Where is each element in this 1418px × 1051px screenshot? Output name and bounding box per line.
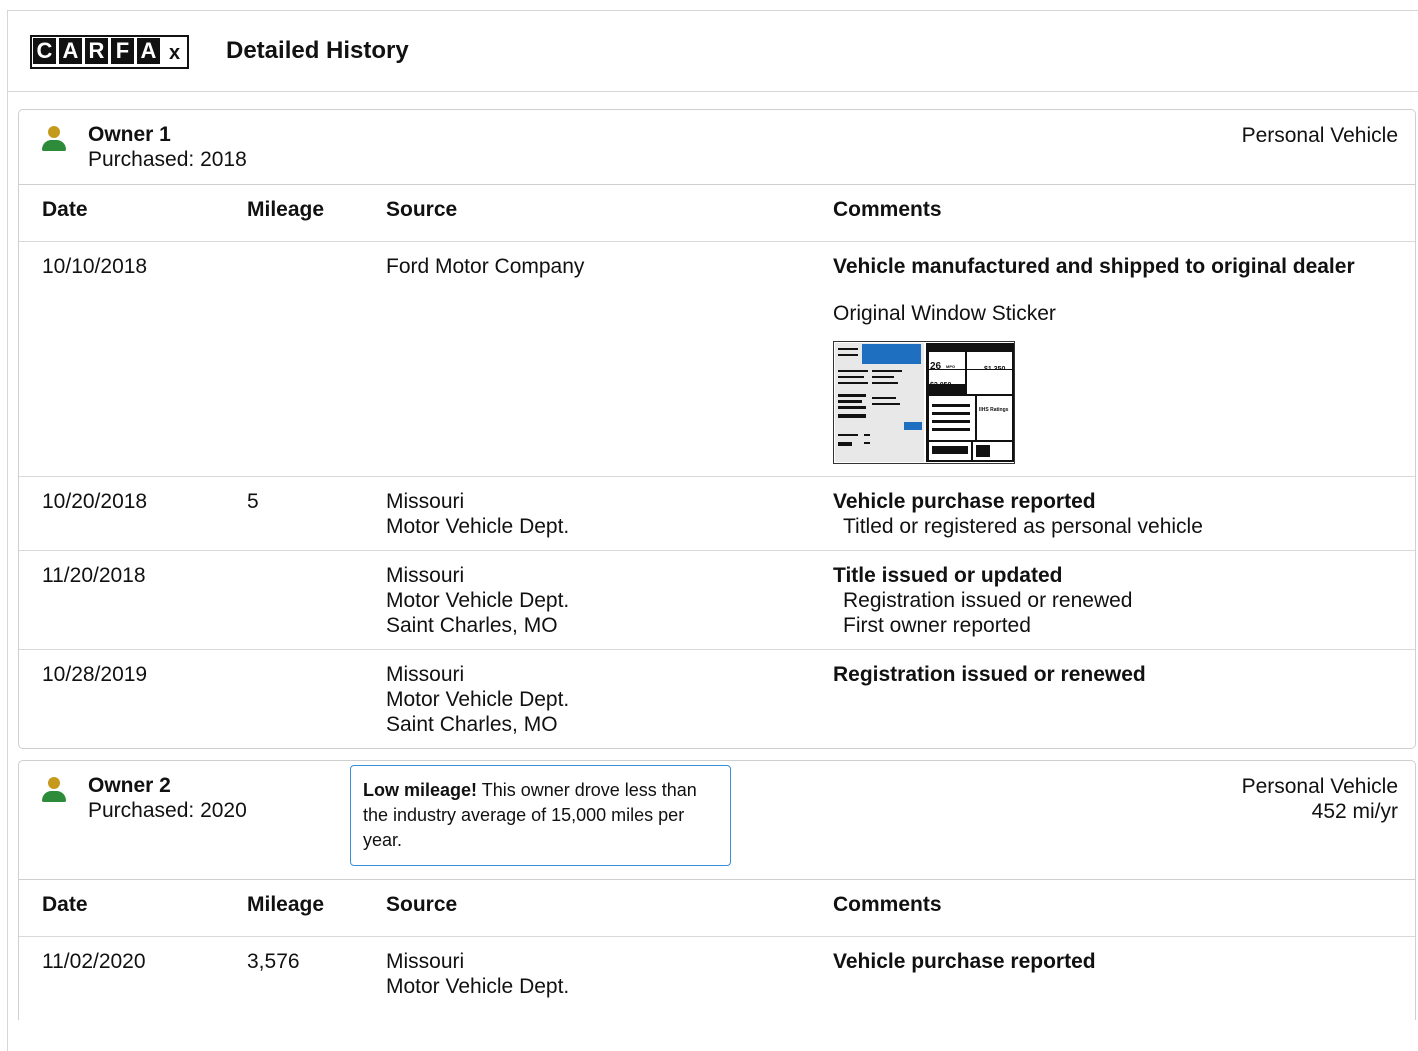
row-comments: Vehicle manufactured and shipped to orig… [833, 254, 1355, 464]
low-mileage-callout: Low mileage! This owner drove less than … [350, 765, 731, 866]
report-header: C A R F A x Detailed History [7, 10, 1418, 92]
comment-title: Vehicle purchase reported [833, 490, 1096, 513]
person-icon [42, 126, 66, 152]
owner-name: Owner 2 [88, 774, 171, 797]
row-source: Ford Motor Company [386, 255, 585, 278]
miles-per-year: 452 mi/yr [1311, 800, 1398, 823]
comment-title: Registration issued or renewed [833, 663, 1146, 686]
row-source: Missouri Motor Vehicle Dept. [386, 950, 570, 998]
row-mileage: 3,576 [247, 950, 300, 973]
table-header: Date Mileage Source Comments [19, 184, 1415, 242]
row-comments: Registration issued or renewed [833, 662, 1146, 687]
table-header: Date Mileage Source Comments [19, 879, 1415, 937]
col-mileage: Mileage [247, 893, 325, 916]
page-title: Detailed History [226, 37, 409, 64]
row-date: 10/28/2019 [42, 663, 148, 686]
row-source: Missouri Motor Vehicle Dept. [386, 490, 570, 538]
row-date: 10/10/2018 [42, 255, 148, 278]
col-comments: Comments [833, 198, 942, 221]
table-row: 10/20/2018 5 Missouri Motor Vehicle Dept… [19, 477, 1415, 551]
comment-title: Vehicle purchase reported [833, 950, 1096, 973]
row-source: Missouri Motor Vehicle Dept. Saint Charl… [386, 564, 570, 637]
row-comments: Title issued or updated Registration iss… [833, 564, 1133, 637]
owner-type: Personal Vehicle 452 mi/yr [1241, 775, 1398, 823]
comment-title: Vehicle manufactured and shipped to orig… [833, 255, 1355, 278]
owner-card-2: Owner 2 Purchased: 2020 Low mileage! Thi… [18, 760, 1416, 1020]
table-row: 10/10/2018 Ford Motor Company Vehicle ma… [19, 242, 1415, 477]
comment-title: Title issued or updated [833, 564, 1063, 587]
owner-type: Personal Vehicle [1241, 124, 1398, 147]
col-date: Date [42, 198, 88, 221]
person-icon [42, 777, 66, 803]
col-comments: Comments [833, 893, 942, 916]
owner-purchased: Purchased: 2020 [88, 799, 247, 822]
col-mileage: Mileage [247, 198, 325, 221]
window-sticker-label: Original Window Sticker [833, 302, 1056, 325]
owner-card-1: Owner 1 Purchased: 2018 Personal Vehicle… [18, 109, 1416, 749]
col-source: Source [386, 893, 458, 916]
window-sticker-thumbnail[interactable]: 26 MPG $1,350 $2,050 IIHS Ratings [833, 341, 1015, 464]
col-date: Date [42, 893, 88, 916]
row-comments: Vehicle purchase reported [833, 949, 1096, 974]
row-source: Missouri Motor Vehicle Dept. Saint Charl… [386, 663, 570, 736]
owner-purchased: Purchased: 2018 [88, 148, 247, 171]
owner-header: Owner 2 Purchased: 2020 Low mileage! Thi… [19, 761, 1415, 879]
owner-name: Owner 1 [88, 123, 171, 146]
row-date: 11/20/2018 [42, 564, 146, 587]
col-source: Source [386, 198, 458, 221]
carfax-logo[interactable]: C A R F A x [30, 35, 189, 69]
table-row: 11/20/2018 Missouri Motor Vehicle Dept. … [19, 551, 1415, 650]
row-mileage: 5 [247, 490, 259, 513]
row-date: 10/20/2018 [42, 490, 148, 513]
table-row: 11/02/2020 3,576 Missouri Motor Vehicle … [19, 937, 1415, 1017]
table-row: 10/28/2019 Missouri Motor Vehicle Dept. … [19, 650, 1415, 746]
row-date: 11/02/2020 [42, 950, 146, 973]
owner-header: Owner 1 Purchased: 2018 Personal Vehicle [19, 110, 1415, 184]
row-comments: Vehicle purchase reported Titled or regi… [833, 490, 1203, 538]
